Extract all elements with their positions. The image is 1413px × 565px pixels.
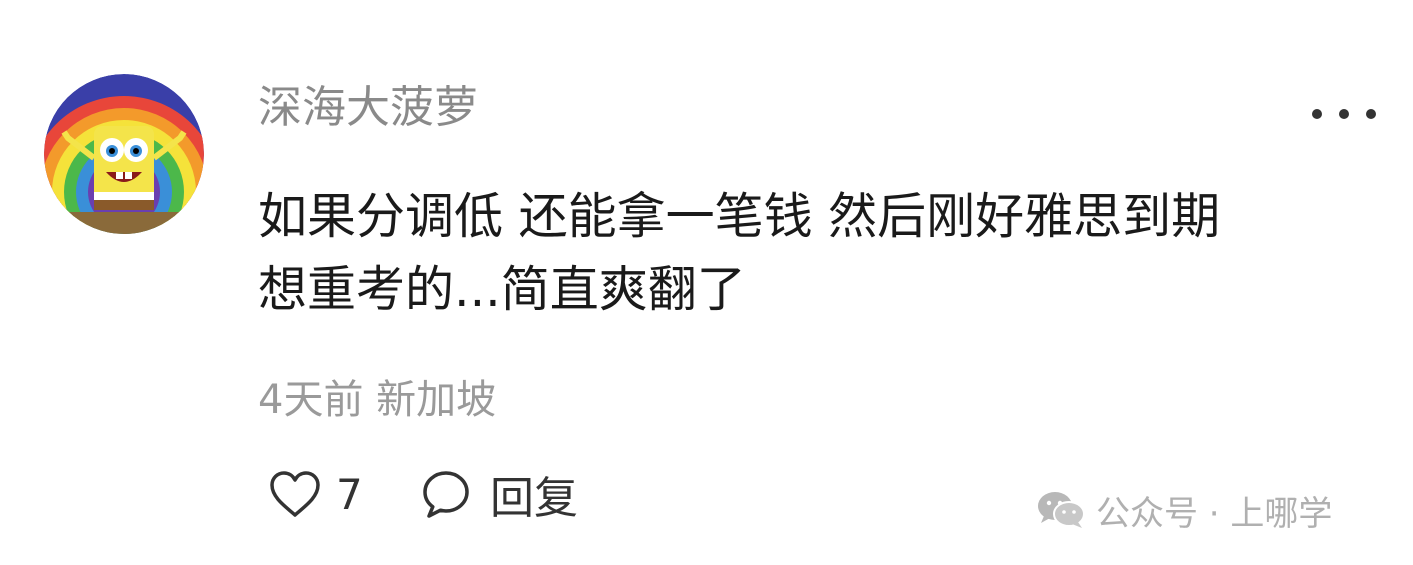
more-dots-icon	[1339, 109, 1349, 119]
more-dots-icon	[1366, 109, 1376, 119]
speech-bubble-icon	[423, 471, 469, 518]
watermark: 公众号 · 上哪学	[1036, 488, 1333, 534]
comment-text: 如果分调低 还能拿一笔钱 然后刚好雅思到期 想重考的...简直爽翻了	[258, 188, 1221, 318]
reply-button[interactable]: 回复	[420, 466, 578, 524]
spongebob-rainbow-avatar-icon	[44, 74, 204, 234]
more-options-button[interactable]	[1312, 96, 1376, 132]
wechat-icon	[1038, 492, 1085, 528]
comment-item: 深海大菠萝 如果分调低 还能拿一笔钱 然后刚好雅思到期 想重考的...简直爽翻了…	[0, 0, 1413, 565]
watermark-text: 公众号 · 上哪学	[1096, 493, 1333, 534]
username[interactable]: 深海大菠萝	[258, 78, 478, 138]
like-button[interactable]: 7	[268, 466, 363, 522]
like-count: 7	[336, 469, 363, 519]
heart-outline-icon	[270, 471, 320, 517]
more-dots-icon	[1312, 109, 1322, 119]
user-avatar[interactable]	[44, 74, 204, 234]
comment-meta: 4天前 新加坡	[258, 377, 497, 423]
reply-label: 回复	[490, 473, 578, 524]
